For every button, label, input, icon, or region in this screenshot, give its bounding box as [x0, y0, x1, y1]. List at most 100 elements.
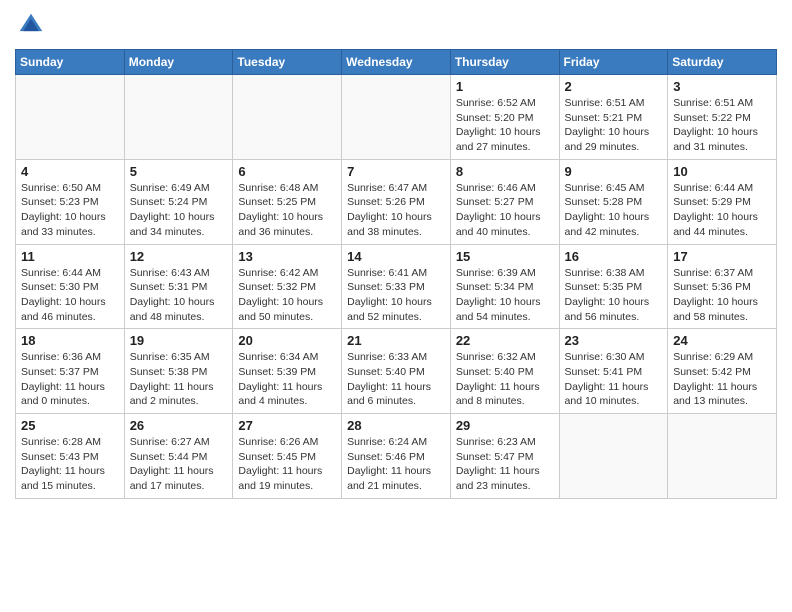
day-number: 1 — [456, 79, 554, 94]
day-number: 12 — [130, 249, 228, 264]
cell-info: Sunrise: 6:43 AM Sunset: 5:31 PM Dayligh… — [130, 266, 228, 325]
calendar-cell: 16 Sunrise: 6:38 AM Sunset: 5:35 PM Dayli… — [559, 244, 668, 329]
calendar-cell: 3Sunrise: 6:51 AM Sunset: 5:22 PM Daylig… — [668, 75, 777, 160]
cell-info: Sunrise: 6:36 AM Sunset: 5:37 PM Dayligh… — [21, 350, 119, 409]
day-number: 8 — [456, 164, 554, 179]
weekday-header-monday: Monday — [124, 50, 233, 75]
cell-info: Sunrise: 6:38 AM Sunset: 5:35 PM Dayligh… — [565, 266, 663, 325]
cell-info: Sunrise: 6:42 AM Sunset: 5:32 PM Dayligh… — [238, 266, 336, 325]
cell-info: Sunrise: 6:49 AM Sunset: 5:24 PM Dayligh… — [130, 181, 228, 240]
day-number: 14 — [347, 249, 445, 264]
day-number: 29 — [456, 418, 554, 433]
cell-info: Sunrise: 6:44 AM Sunset: 5:29 PM Dayligh… — [673, 181, 771, 240]
calendar-cell — [559, 414, 668, 499]
calendar-week-row: 18 Sunrise: 6:36 AM Sunset: 5:37 PM Dayli… — [16, 329, 777, 414]
calendar-cell: 29 Sunrise: 6:23 AM Sunset: 5:47 PM Dayli… — [450, 414, 559, 499]
calendar-cell: 28 Sunrise: 6:24 AM Sunset: 5:46 PM Dayli… — [342, 414, 451, 499]
calendar-cell: 18 Sunrise: 6:36 AM Sunset: 5:37 PM Dayli… — [16, 329, 125, 414]
calendar-cell: 24 Sunrise: 6:29 AM Sunset: 5:42 PM Dayli… — [668, 329, 777, 414]
calendar-cell — [124, 75, 233, 160]
day-number: 19 — [130, 333, 228, 348]
calendar-cell: 13 Sunrise: 6:42 AM Sunset: 5:32 PM Dayli… — [233, 244, 342, 329]
cell-info: Sunrise: 6:27 AM Sunset: 5:44 PM Dayligh… — [130, 435, 228, 494]
calendar-cell: 12 Sunrise: 6:43 AM Sunset: 5:31 PM Dayli… — [124, 244, 233, 329]
calendar-cell: 19 Sunrise: 6:35 AM Sunset: 5:38 PM Dayli… — [124, 329, 233, 414]
calendar-cell: 9Sunrise: 6:45 AM Sunset: 5:28 PM Daylig… — [559, 159, 668, 244]
calendar-cell: 22 Sunrise: 6:32 AM Sunset: 5:40 PM Dayli… — [450, 329, 559, 414]
cell-info: Sunrise: 6:29 AM Sunset: 5:42 PM Dayligh… — [673, 350, 771, 409]
cell-info: Sunrise: 6:33 AM Sunset: 5:40 PM Dayligh… — [347, 350, 445, 409]
day-number: 15 — [456, 249, 554, 264]
calendar-cell: 5 Sunrise: 6:49 AM Sunset: 5:24 PM Daylig… — [124, 159, 233, 244]
calendar-cell: 7 Sunrise: 6:47 AM Sunset: 5:26 PM Daylig… — [342, 159, 451, 244]
calendar-body: 1Sunrise: 6:52 AM Sunset: 5:20 PM Daylig… — [16, 75, 777, 499]
day-number: 22 — [456, 333, 554, 348]
calendar-cell: 20 Sunrise: 6:34 AM Sunset: 5:39 PM Dayli… — [233, 329, 342, 414]
day-number: 27 — [238, 418, 336, 433]
day-number: 6 — [238, 164, 336, 179]
weekday-header-thursday: Thursday — [450, 50, 559, 75]
cell-info: Sunrise: 6:30 AM Sunset: 5:41 PM Dayligh… — [565, 350, 663, 409]
cell-info: Sunrise: 6:28 AM Sunset: 5:43 PM Dayligh… — [21, 435, 119, 494]
day-number: 21 — [347, 333, 445, 348]
calendar-cell: 17 Sunrise: 6:37 AM Sunset: 5:36 PM Dayli… — [668, 244, 777, 329]
calendar-cell: 6 Sunrise: 6:48 AM Sunset: 5:25 PM Daylig… — [233, 159, 342, 244]
calendar-cell: 2 Sunrise: 6:51 AM Sunset: 5:21 PM Daylig… — [559, 75, 668, 160]
day-number: 2 — [565, 79, 663, 94]
calendar-cell: 23 Sunrise: 6:30 AM Sunset: 5:41 PM Dayli… — [559, 329, 668, 414]
calendar-cell — [668, 414, 777, 499]
day-number: 10 — [673, 164, 771, 179]
day-number: 25 — [21, 418, 119, 433]
cell-info: Sunrise: 6:39 AM Sunset: 5:34 PM Dayligh… — [456, 266, 554, 325]
cell-info: Sunrise: 6:41 AM Sunset: 5:33 PM Dayligh… — [347, 266, 445, 325]
weekday-header-friday: Friday — [559, 50, 668, 75]
day-number: 18 — [21, 333, 119, 348]
day-number: 7 — [347, 164, 445, 179]
weekday-header-tuesday: Tuesday — [233, 50, 342, 75]
cell-info: Sunrise: 6:37 AM Sunset: 5:36 PM Dayligh… — [673, 266, 771, 325]
calendar-cell: 26 Sunrise: 6:27 AM Sunset: 5:44 PM Dayli… — [124, 414, 233, 499]
calendar-cell: 25 Sunrise: 6:28 AM Sunset: 5:43 PM Dayli… — [16, 414, 125, 499]
cell-info: Sunrise: 6:35 AM Sunset: 5:38 PM Dayligh… — [130, 350, 228, 409]
cell-info: Sunrise: 6:32 AM Sunset: 5:40 PM Dayligh… — [456, 350, 554, 409]
weekday-header-wednesday: Wednesday — [342, 50, 451, 75]
calendar-cell: 27 Sunrise: 6:26 AM Sunset: 5:45 PM Dayli… — [233, 414, 342, 499]
calendar-week-row: 25 Sunrise: 6:28 AM Sunset: 5:43 PM Dayli… — [16, 414, 777, 499]
calendar-cell: 4 Sunrise: 6:50 AM Sunset: 5:23 PM Daylig… — [16, 159, 125, 244]
cell-info: Sunrise: 6:34 AM Sunset: 5:39 PM Dayligh… — [238, 350, 336, 409]
day-number: 28 — [347, 418, 445, 433]
cell-info: Sunrise: 6:23 AM Sunset: 5:47 PM Dayligh… — [456, 435, 554, 494]
calendar-week-row: 4 Sunrise: 6:50 AM Sunset: 5:23 PM Daylig… — [16, 159, 777, 244]
logo-icon — [18, 12, 44, 38]
day-number: 17 — [673, 249, 771, 264]
calendar-cell: 1Sunrise: 6:52 AM Sunset: 5:20 PM Daylig… — [450, 75, 559, 160]
cell-info: Sunrise: 6:47 AM Sunset: 5:26 PM Dayligh… — [347, 181, 445, 240]
calendar-cell: 8 Sunrise: 6:46 AM Sunset: 5:27 PM Daylig… — [450, 159, 559, 244]
cell-info: Sunrise: 6:44 AM Sunset: 5:30 PM Dayligh… — [21, 266, 119, 325]
cell-info: Sunrise: 6:46 AM Sunset: 5:27 PM Dayligh… — [456, 181, 554, 240]
day-number: 11 — [21, 249, 119, 264]
day-number: 4 — [21, 164, 119, 179]
calendar-cell: 21 Sunrise: 6:33 AM Sunset: 5:40 PM Dayli… — [342, 329, 451, 414]
cell-info: Sunrise: 6:50 AM Sunset: 5:23 PM Dayligh… — [21, 181, 119, 240]
logo — [15, 16, 44, 43]
calendar-week-row: 11 Sunrise: 6:44 AM Sunset: 5:30 PM Dayli… — [16, 244, 777, 329]
calendar-cell: 14 Sunrise: 6:41 AM Sunset: 5:33 PM Dayli… — [342, 244, 451, 329]
day-number: 5 — [130, 164, 228, 179]
cell-info: Sunrise: 6:51 AM Sunset: 5:21 PM Dayligh… — [565, 96, 663, 155]
calendar-table: SundayMondayTuesdayWednesdayThursdayFrid… — [15, 49, 777, 499]
calendar-cell — [342, 75, 451, 160]
day-number: 24 — [673, 333, 771, 348]
cell-info: Sunrise: 6:24 AM Sunset: 5:46 PM Dayligh… — [347, 435, 445, 494]
day-number: 26 — [130, 418, 228, 433]
day-number: 20 — [238, 333, 336, 348]
day-number: 13 — [238, 249, 336, 264]
day-number: 23 — [565, 333, 663, 348]
day-number: 3 — [673, 79, 771, 94]
calendar-cell: 15 Sunrise: 6:39 AM Sunset: 5:34 PM Dayli… — [450, 244, 559, 329]
cell-info: Sunrise: 6:26 AM Sunset: 5:45 PM Dayligh… — [238, 435, 336, 494]
cell-info: Sunrise: 6:48 AM Sunset: 5:25 PM Dayligh… — [238, 181, 336, 240]
weekday-header-saturday: Saturday — [668, 50, 777, 75]
calendar-cell — [233, 75, 342, 160]
day-number: 16 — [565, 249, 663, 264]
